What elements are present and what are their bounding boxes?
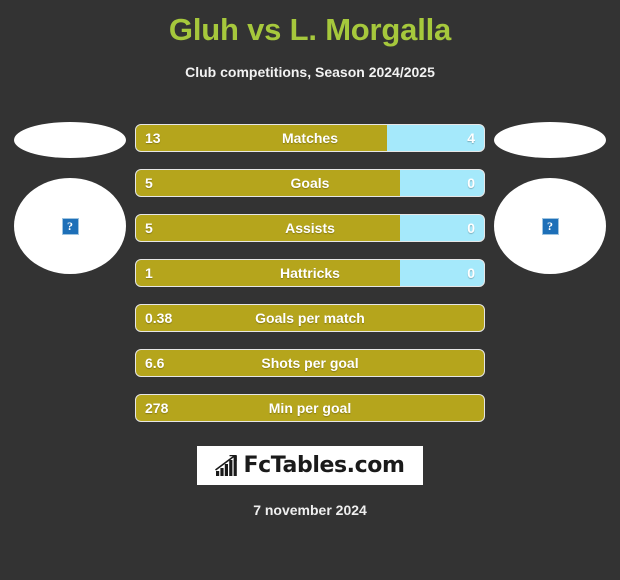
site-logo[interactable]: FcTables.com: [197, 446, 423, 485]
stat-value-home: 5: [145, 175, 153, 191]
stat-row: 13 Matches 4: [135, 124, 485, 152]
home-player-photo-frame: ?: [14, 178, 126, 274]
stat-comparison-card: Gluh vs L. Morgalla Club competitions, S…: [0, 0, 620, 580]
away-player-photo-top-ellipse: [494, 122, 606, 158]
broken-image-icon: ?: [541, 217, 559, 235]
stat-value-away: 4: [467, 130, 475, 146]
stat-value-away: 0: [467, 265, 475, 281]
away-player-photo-frame: ?: [494, 178, 606, 274]
stat-label: Min per goal: [268, 400, 352, 416]
stat-value-home: 1: [145, 265, 153, 281]
stat-label: Goals per match: [255, 310, 365, 326]
away-player-photo: ?: [494, 112, 606, 274]
stat-row: 1 Hattricks 0: [135, 259, 485, 287]
home-player-photo: ?: [14, 112, 126, 274]
page-subtitle: Club competitions, Season 2024/2025: [185, 64, 435, 80]
stat-row: 5 Goals 0: [135, 169, 485, 197]
stat-value-home: 6.6: [145, 355, 165, 371]
stat-row: 6.6 Shots per goal: [135, 349, 485, 377]
site-logo-text: FcTables.com: [243, 452, 405, 478]
stat-label: Hattricks: [280, 265, 340, 281]
footer-date: 7 november 2024: [253, 502, 367, 518]
home-player-photo-top-ellipse: [14, 122, 126, 158]
stat-value-home: 0.38: [145, 310, 173, 326]
stat-row: 5 Assists 0: [135, 214, 485, 242]
stat-value-home: 5: [145, 220, 153, 236]
stat-row: 278 Min per goal: [135, 394, 485, 422]
stat-value-home: 278: [145, 400, 169, 416]
stats-list: 13 Matches 4 5 Goals 0 5 Assists 0 1 Hattricks 0 0.3…: [135, 124, 485, 439]
stat-value-home: 13: [145, 130, 161, 146]
stat-label: Shots per goal: [261, 355, 359, 371]
stat-row: 0.38 Goals per match: [135, 304, 485, 332]
stat-label: Goals: [290, 175, 330, 191]
stat-label: Assists: [285, 220, 335, 236]
broken-image-icon: ?: [61, 217, 79, 235]
bar-chart-growth-icon: [215, 454, 238, 476]
stat-label: Matches: [281, 130, 339, 146]
stat-value-away: 0: [467, 220, 475, 236]
page-title: Gluh vs L. Morgalla: [168, 12, 452, 47]
stat-value-away: 0: [467, 175, 475, 191]
